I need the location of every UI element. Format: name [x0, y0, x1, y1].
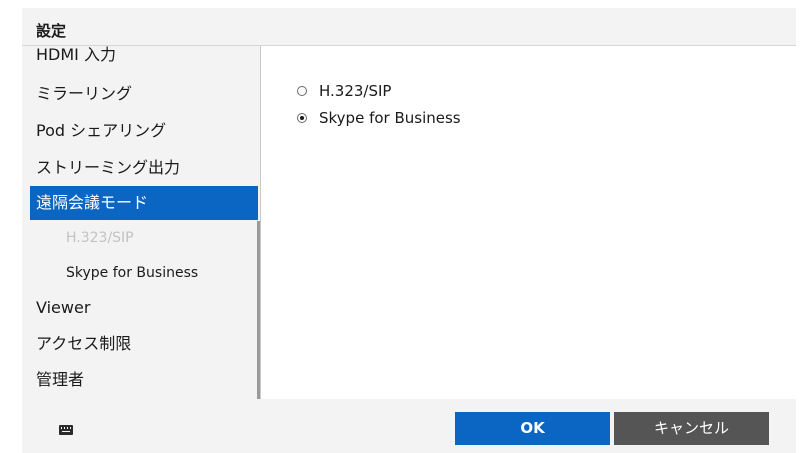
- sidebar-subitem-h323-sip: H.323/SIP: [66, 230, 134, 246]
- settings-content: HDMI 入力 ミラーリング Pod シェアリング ストリーミング出力 遠隔会議…: [22, 45, 796, 400]
- option-h323-sip[interactable]: H.323/SIP: [297, 79, 391, 103]
- sidebar-item-hdmi-input[interactable]: HDMI 入力: [30, 46, 258, 72]
- radio-button-skype-for-business[interactable]: [297, 113, 307, 123]
- options-panel: H.323/SIP Skype for Business: [261, 46, 796, 399]
- ok-button[interactable]: OK: [455, 412, 610, 445]
- sidebar-item-administrator[interactable]: 管理者: [30, 363, 258, 397]
- sidebar-item-pod-sharing[interactable]: Pod シェアリング: [30, 114, 258, 148]
- sidebar: HDMI 入力 ミラーリング Pod シェアリング ストリーミング出力 遠隔会議…: [22, 46, 260, 399]
- option-label-h323-sip: H.323/SIP: [319, 82, 392, 100]
- option-skype-for-business[interactable]: Skype for Business: [297, 106, 461, 130]
- sidebar-item-viewer[interactable]: Viewer: [30, 291, 258, 325]
- sidebar-item-remote-meeting-mode[interactable]: 遠隔会議モード: [30, 186, 258, 220]
- cancel-button[interactable]: キャンセル: [614, 412, 769, 445]
- sidebar-subitem-skype-for-business[interactable]: Skype for Business: [30, 256, 258, 290]
- radio-button-h323-sip[interactable]: [297, 86, 307, 96]
- sidebar-item-access-restriction[interactable]: アクセス制限: [30, 327, 258, 361]
- sidebar-item-mirroring[interactable]: ミラーリング: [30, 77, 258, 111]
- sidebar-item-streaming-output[interactable]: ストリーミング出力: [30, 151, 258, 185]
- option-label-skype-for-business: Skype for Business: [319, 109, 461, 127]
- keyboard-icon[interactable]: [59, 425, 73, 435]
- dialog-title: 設定: [36, 22, 67, 40]
- dialog-footer: OK キャンセル: [22, 399, 796, 452]
